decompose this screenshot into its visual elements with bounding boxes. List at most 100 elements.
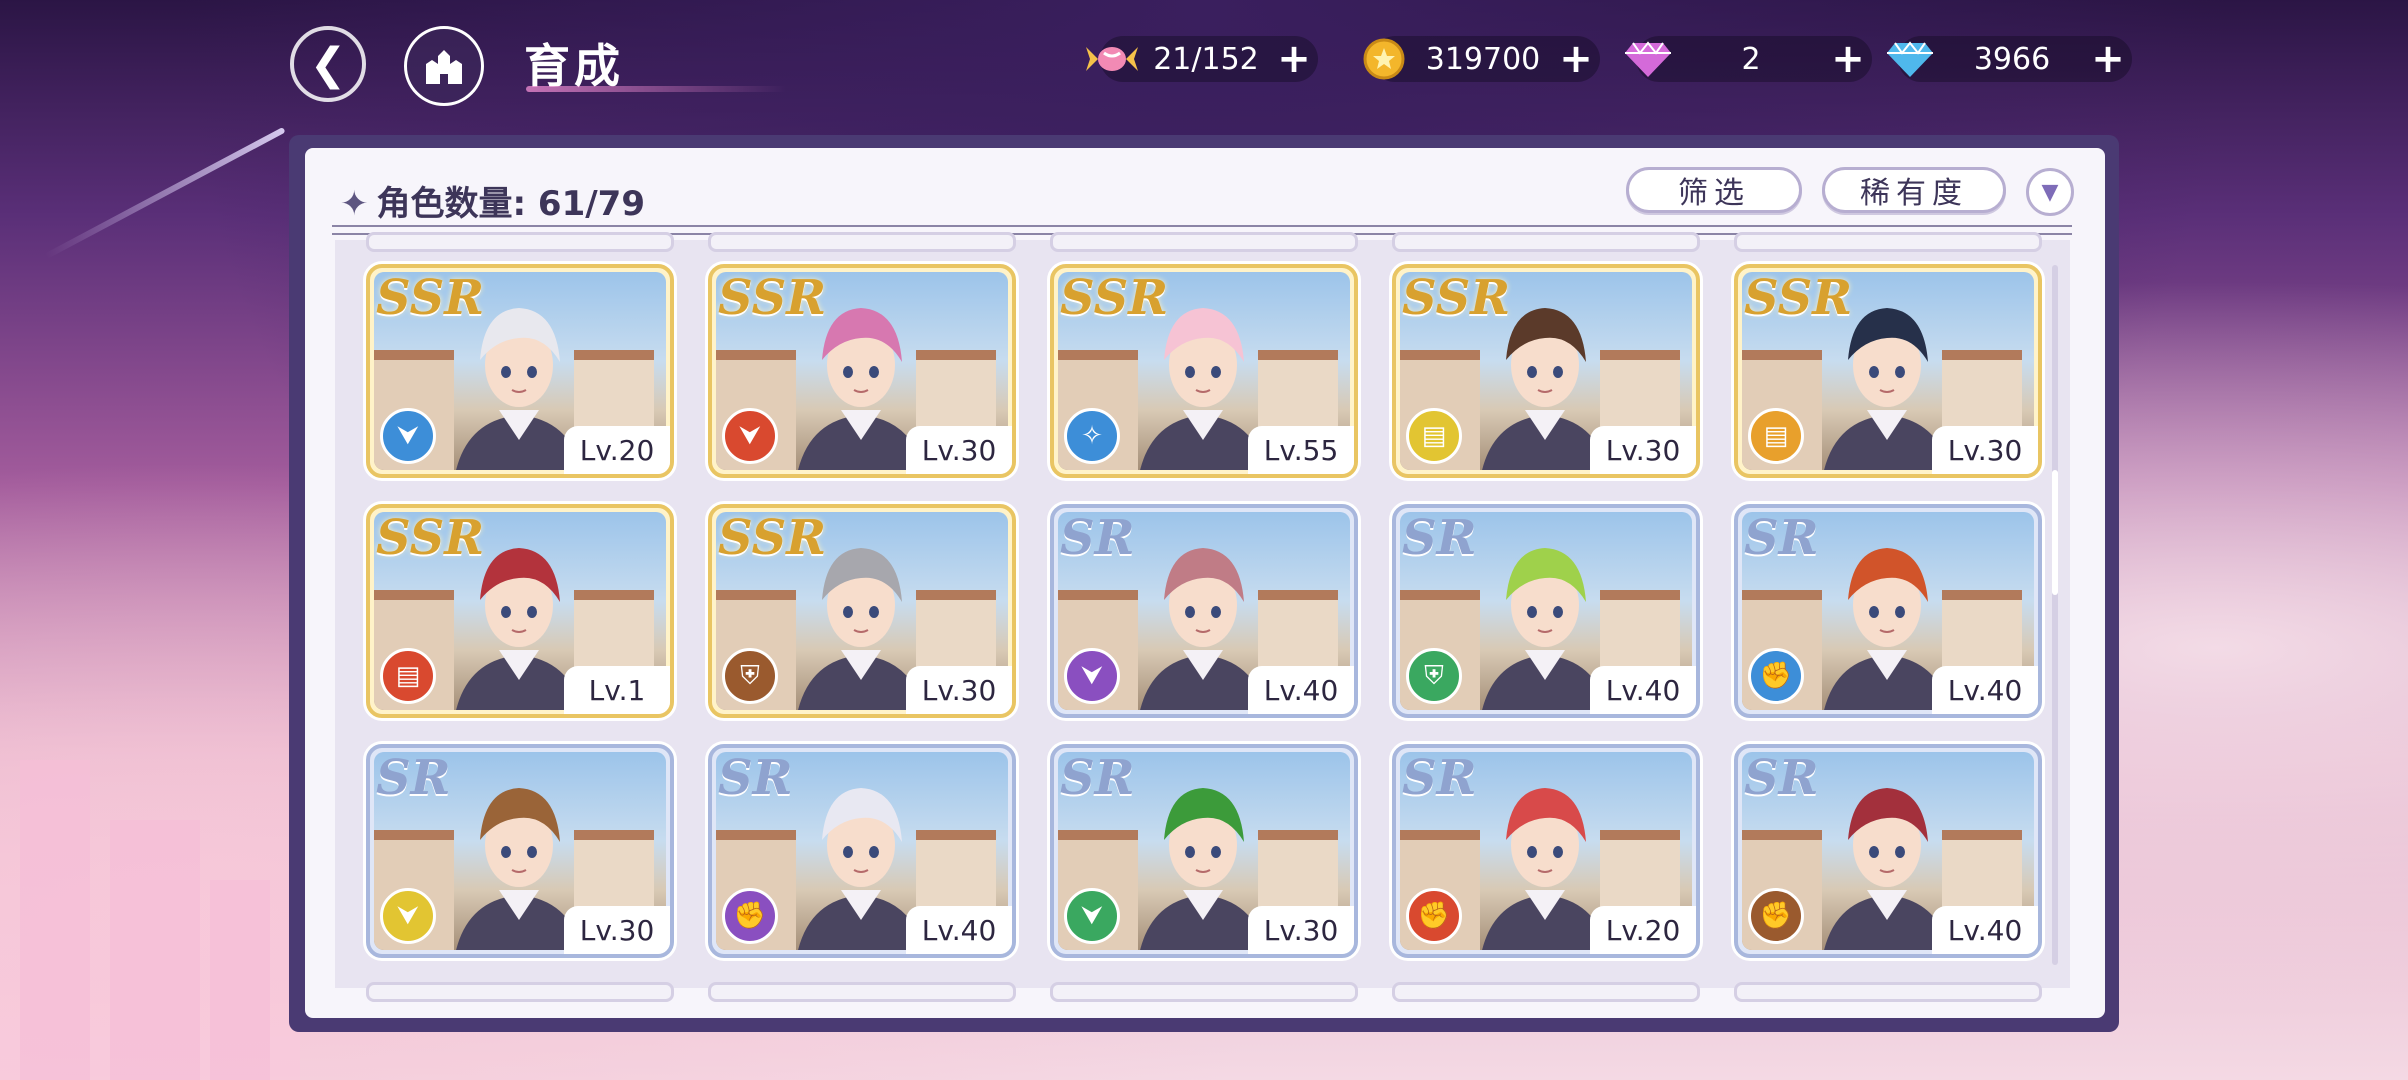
level-label: Lv.40 (1590, 666, 1696, 714)
rarity-badge: SSR (376, 270, 485, 326)
level-label: Lv.55 (1248, 426, 1354, 474)
level-label: Lv.30 (906, 666, 1012, 714)
boot-icon: ⮟ (722, 408, 778, 464)
rarity-badge: SR (1060, 750, 1135, 806)
resource-gold: 319700 + (1363, 36, 1600, 82)
chevron-down-icon: ▼ (2041, 179, 2059, 205)
fist-icon: ✊ (1406, 888, 1462, 944)
blue-diamond-icon (1884, 33, 1936, 85)
partial-card-top[interactable] (1392, 232, 1700, 252)
level-label: Lv.30 (906, 426, 1012, 474)
add-candy-button[interactable]: + (1274, 36, 1314, 82)
candy-value: 21/152 (1153, 41, 1259, 77)
book-icon: ▤ (1406, 408, 1462, 464)
partial-card-bottom[interactable] (1734, 982, 2042, 1002)
character-count: ✦ 角色数量: 61/79 (340, 176, 645, 225)
scrollbar-thumb[interactable] (2052, 470, 2058, 595)
rarity-badge: SR (718, 750, 793, 806)
partial-card-top[interactable] (1050, 232, 1358, 252)
boot-icon: ⮟ (380, 408, 436, 464)
add-pink-gem-button[interactable]: + (1828, 36, 1868, 82)
character-card[interactable]: SR ✊ Lv.40 (1734, 504, 2042, 718)
gold-value: 319700 (1425, 41, 1541, 77)
fist-icon: ✊ (1748, 888, 1804, 944)
book-icon: ▤ (1748, 408, 1804, 464)
sparkle-icon: ✦ (340, 184, 369, 224)
level-label: Lv.1 (564, 666, 670, 714)
rarity-badge: SR (1402, 510, 1477, 566)
character-card[interactable]: SR ⛨ Lv.40 (1392, 504, 1700, 718)
boot-icon: ⮟ (1064, 648, 1120, 704)
castle-icon (426, 50, 462, 84)
rarity-badge: SR (376, 750, 451, 806)
character-card[interactable]: SR ⮟ Lv.40 (1050, 504, 1358, 718)
rarity-badge: SR (1744, 510, 1819, 566)
partial-card-bottom[interactable] (1050, 982, 1358, 1002)
character-card[interactable]: SSR ⛨ Lv.30 (708, 504, 1016, 718)
rarity-badge: SR (1060, 510, 1135, 566)
rarity-badge: SSR (718, 270, 827, 326)
resource-candy: 21/152 + (1086, 36, 1318, 82)
rarity-sort-button[interactable]: 稀有度 (1822, 167, 2006, 213)
shield-icon: ⛨ (1406, 648, 1462, 704)
level-label: Lv.40 (906, 906, 1012, 954)
character-card[interactable]: SR ✊ Lv.20 (1392, 744, 1700, 958)
sort-order-button[interactable]: ▼ (2026, 168, 2074, 216)
partial-card-bottom[interactable] (366, 982, 674, 1002)
fist-icon: ✊ (722, 888, 778, 944)
fist-icon: ✊ (1748, 648, 1804, 704)
character-card[interactable]: SSR ✧ Lv.55 (1050, 264, 1358, 478)
level-label: Lv.30 (1932, 426, 2038, 474)
rarity-badge: SR (1402, 750, 1477, 806)
title-decoration (526, 86, 786, 92)
back-button[interactable]: ❮ (290, 26, 366, 102)
filter-button[interactable]: 筛选 (1626, 167, 1802, 213)
castle-background (0, 680, 300, 1080)
pink-gem-icon (1622, 33, 1674, 85)
boot-icon: ⮟ (380, 888, 436, 944)
scrollbar-track[interactable] (2052, 265, 2058, 965)
shield-icon: ⛨ (722, 648, 778, 704)
wand-icon: ✧ (1064, 408, 1120, 464)
character-card[interactable]: SSR ▤ Lv.30 (1734, 264, 2042, 478)
rarity-badge: SSR (376, 510, 485, 566)
character-card[interactable]: SSR ⮟ Lv.20 (366, 264, 674, 478)
boot-icon: ⮟ (1064, 888, 1120, 944)
character-card[interactable]: SR ✊ Lv.40 (1734, 744, 2042, 958)
top-bar: ❮ 育成 21/152 + 319700 + 2 + 3966 + (0, 0, 2408, 120)
level-label: Lv.30 (1590, 426, 1696, 474)
level-label: Lv.30 (564, 906, 670, 954)
rarity-badge: SR (1744, 750, 1819, 806)
partial-card-top[interactable] (708, 232, 1016, 252)
level-label: Lv.30 (1248, 906, 1354, 954)
rarity-badge: SSR (1060, 270, 1169, 326)
rarity-badge: SSR (718, 510, 827, 566)
character-card[interactable]: SSR ⮟ Lv.30 (708, 264, 1016, 478)
resource-diamond: 3966 + (1887, 36, 2132, 82)
partial-card-top[interactable] (1734, 232, 2042, 252)
character-card[interactable]: SSR ▤ Lv.30 (1392, 264, 1700, 478)
home-button[interactable] (404, 26, 484, 106)
level-label: Lv.20 (1590, 906, 1696, 954)
level-label: Lv.40 (1932, 666, 2038, 714)
diamond-value: 3966 (1973, 41, 2051, 77)
rarity-badge: SSR (1744, 270, 1853, 326)
character-card[interactable]: SR ⮟ Lv.30 (1050, 744, 1358, 958)
character-card[interactable]: SR ⮟ Lv.30 (366, 744, 674, 958)
rarity-badge: SSR (1402, 270, 1511, 326)
book-icon: ▤ (380, 648, 436, 704)
level-label: Lv.20 (564, 426, 670, 474)
partial-card-bottom[interactable] (708, 982, 1016, 1002)
pink-gem-value: 2 (1741, 41, 1761, 77)
partial-card-bottom[interactable] (1392, 982, 1700, 1002)
add-gold-button[interactable]: + (1556, 36, 1596, 82)
character-card[interactable]: SSR ▤ Lv.1 (366, 504, 674, 718)
partial-card-top[interactable] (366, 232, 674, 252)
candy-icon (1086, 33, 1138, 85)
character-card[interactable]: SR ✊ Lv.40 (708, 744, 1016, 958)
resource-pink-gem: 2 + (1625, 36, 1872, 82)
shooting-star-decoration (44, 126, 286, 260)
add-diamond-button[interactable]: + (2088, 36, 2128, 82)
level-label: Lv.40 (1248, 666, 1354, 714)
character-count-label: 角色数量: 61/79 (376, 184, 645, 224)
